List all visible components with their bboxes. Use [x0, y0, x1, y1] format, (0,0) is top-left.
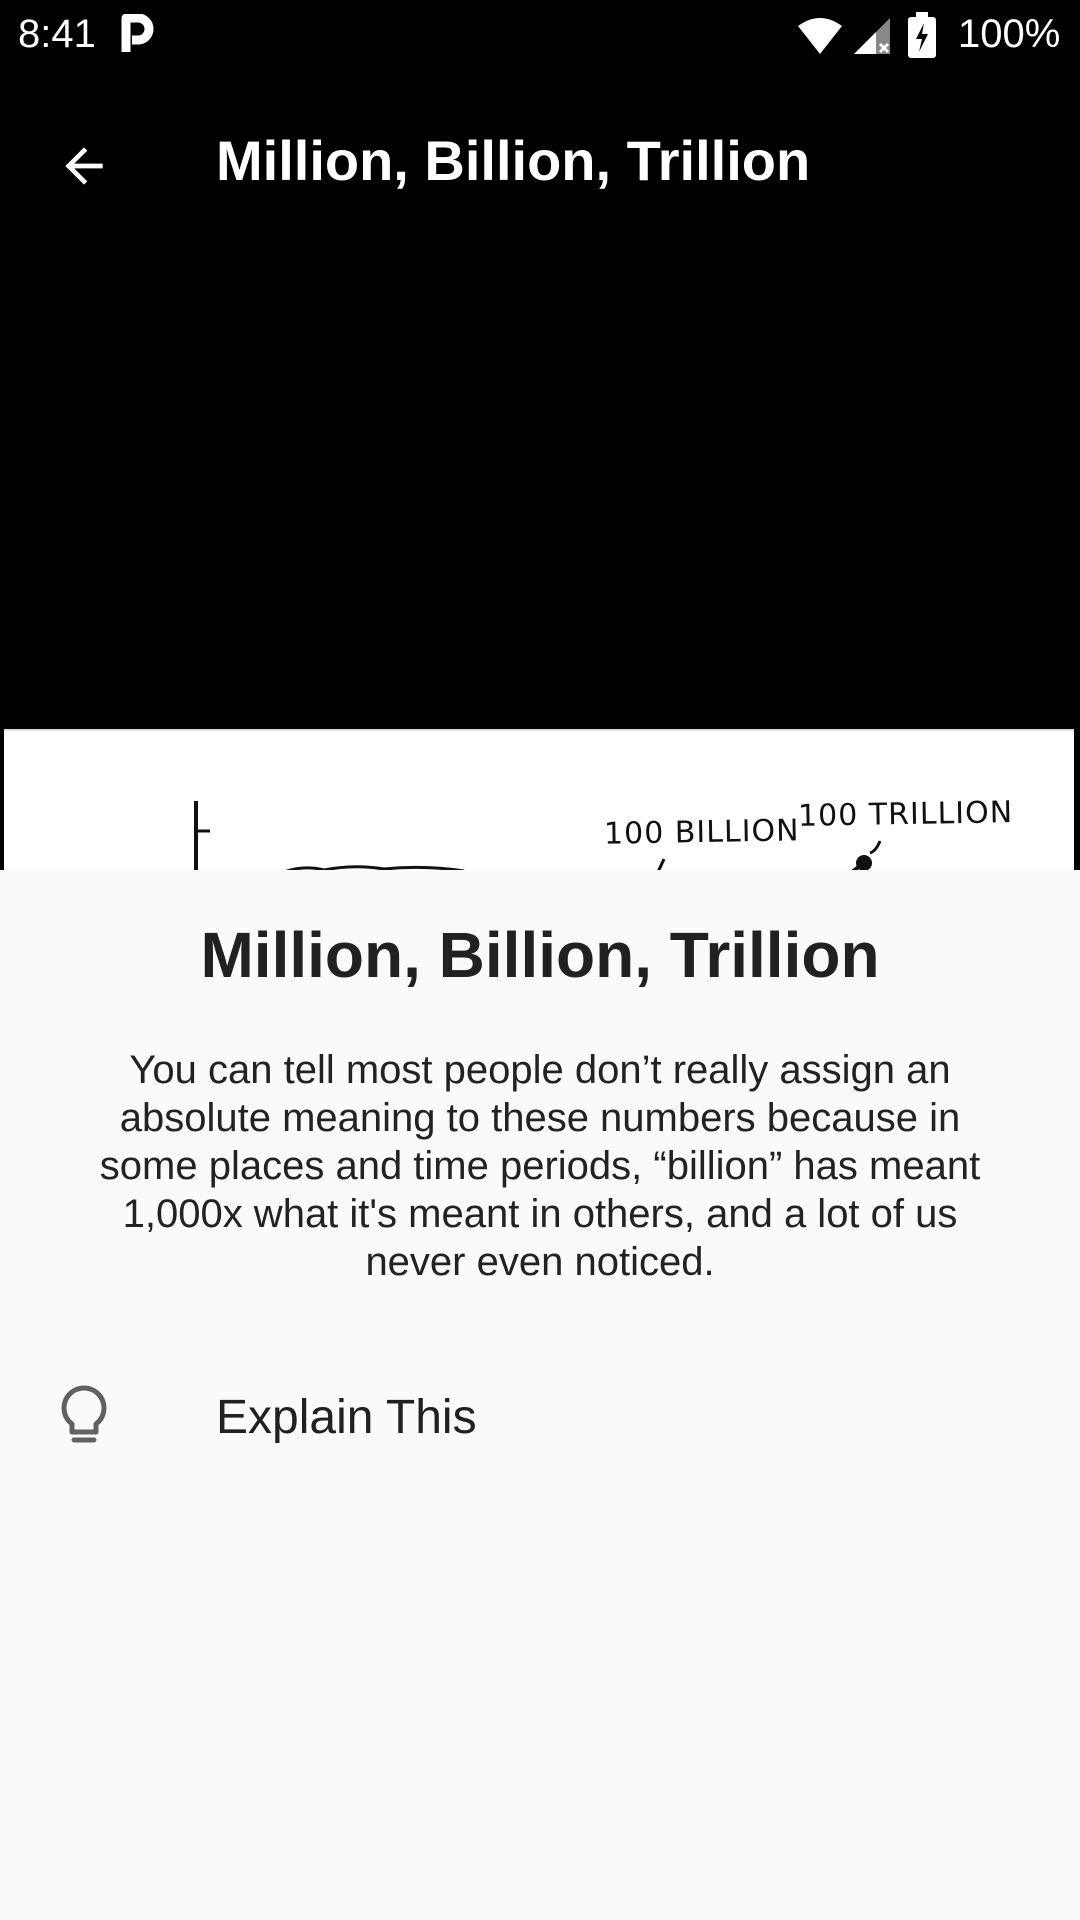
wifi-icon — [796, 16, 844, 66]
explain-this-button[interactable] — [0, 1322, 1080, 1512]
comic-description: You can tell most people don’t really as… — [99, 1048, 981, 1284]
arrow-back-icon — [65, 147, 103, 185]
status-bar: 8:41 100% — [0, 0, 1080, 72]
toolbar-title: Million, Billion, Trillion — [216, 129, 811, 192]
lightbulb-icon — [56, 1384, 112, 1453]
comic-label-trillion: 100 TRILLION — [797, 795, 1014, 834]
signal-icon — [852, 16, 892, 66]
explain-this-label: Explain This — [216, 1391, 477, 1444]
back-button[interactable] — [36, 118, 132, 214]
app-toolbar: Million, Billion, Trillion — [0, 72, 1080, 242]
status-time: 8:41 — [18, 12, 96, 56]
battery-percent: 100% — [958, 12, 1061, 56]
sheet-title: Million, Billion, Trillion — [200, 919, 880, 991]
parking-icon — [120, 13, 154, 64]
comic-image[interactable]: 100 BILLION 100 TRILLION — [4, 729, 1074, 872]
battery-icon — [908, 12, 936, 68]
comic-label-billion: 100 BILLION — [603, 813, 800, 852]
